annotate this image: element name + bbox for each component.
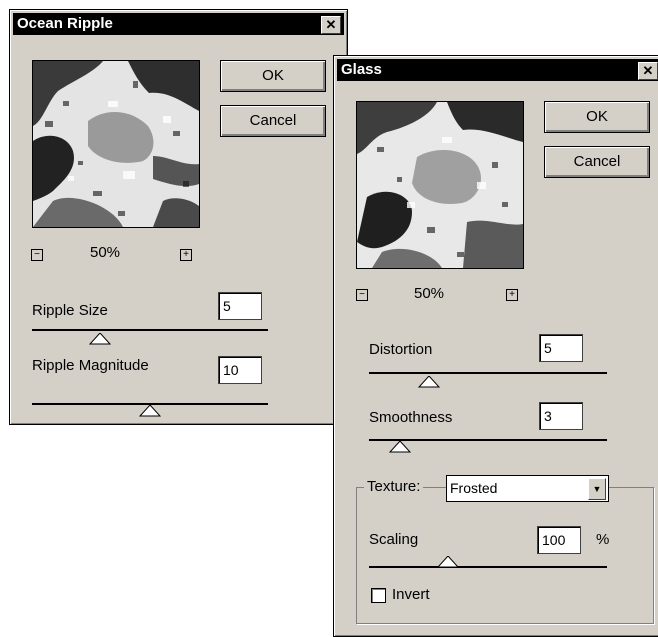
glass-preview-image xyxy=(357,102,523,268)
invert-checkbox[interactable] xyxy=(371,588,386,603)
scaling-unit: % xyxy=(596,531,610,548)
glass-titlebar[interactable]: Glass ✕ xyxy=(337,59,658,81)
ocean-ripple-ok-button[interactable]: OK xyxy=(220,60,326,92)
chevron-down-icon[interactable]: ▼ xyxy=(588,478,606,500)
glass-close-button[interactable]: ✕ xyxy=(638,62,658,80)
ocean-ripple-preview[interactable] xyxy=(32,60,200,228)
ocean-ripple-title: Ocean Ripple xyxy=(17,15,113,32)
ocean-ripple-titlebar[interactable]: Ocean Ripple ✕ xyxy=(13,13,344,35)
distortion-label: Distortion xyxy=(369,341,433,358)
zoom-in-icon[interactable]: + xyxy=(180,249,192,261)
glass-title: Glass xyxy=(341,61,382,78)
ocean-ripple-zoom-level: 50% xyxy=(90,244,121,261)
zoom-out-icon[interactable]: − xyxy=(356,289,368,301)
ripple-magnitude-label: Ripple Magnitude xyxy=(32,357,149,374)
distortion-slider-track[interactable] xyxy=(369,372,607,374)
texture-select-value: Frosted xyxy=(450,480,498,496)
zoom-out-icon[interactable]: − xyxy=(31,249,43,261)
ripple-size-label: Ripple Size xyxy=(32,302,108,319)
texture-groupbox xyxy=(356,487,654,624)
ocean-ripple-close-button[interactable]: ✕ xyxy=(321,16,341,34)
ripple-magnitude-field[interactable]: 10 xyxy=(218,356,262,384)
glass-dialog: Glass ✕ OK Cancel − 50% + Distortion 5 S… xyxy=(333,55,658,637)
glass-cancel-button[interactable]: Cancel xyxy=(544,146,650,178)
scaling-label: Scaling xyxy=(369,531,419,548)
ripple-size-field[interactable]: 5 xyxy=(218,292,262,320)
zoom-in-icon[interactable]: + xyxy=(506,289,518,301)
scaling-slider-track[interactable] xyxy=(369,566,607,568)
glass-preview[interactable] xyxy=(356,101,524,269)
ripple-size-slider-track[interactable] xyxy=(32,329,268,331)
ocean-ripple-dialog: Ocean Ripple ✕ OK Cancel − 50% + Ripple … xyxy=(9,9,348,425)
smoothness-label: Smoothness xyxy=(369,409,453,426)
ocean-ripple-cancel-button[interactable]: Cancel xyxy=(220,105,326,137)
glass-zoom-level: 50% xyxy=(414,285,445,302)
ocean-ripple-preview-image xyxy=(33,61,199,227)
texture-select[interactable]: Frosted ▼ xyxy=(446,475,609,502)
glass-ok-button[interactable]: OK xyxy=(544,101,650,133)
smoothness-field[interactable]: 3 xyxy=(539,402,583,430)
distortion-field[interactable]: 5 xyxy=(539,334,583,362)
texture-label: Texture: xyxy=(364,478,424,495)
invert-label[interactable]: Invert xyxy=(392,586,430,603)
scaling-field[interactable]: 100 xyxy=(537,526,581,554)
